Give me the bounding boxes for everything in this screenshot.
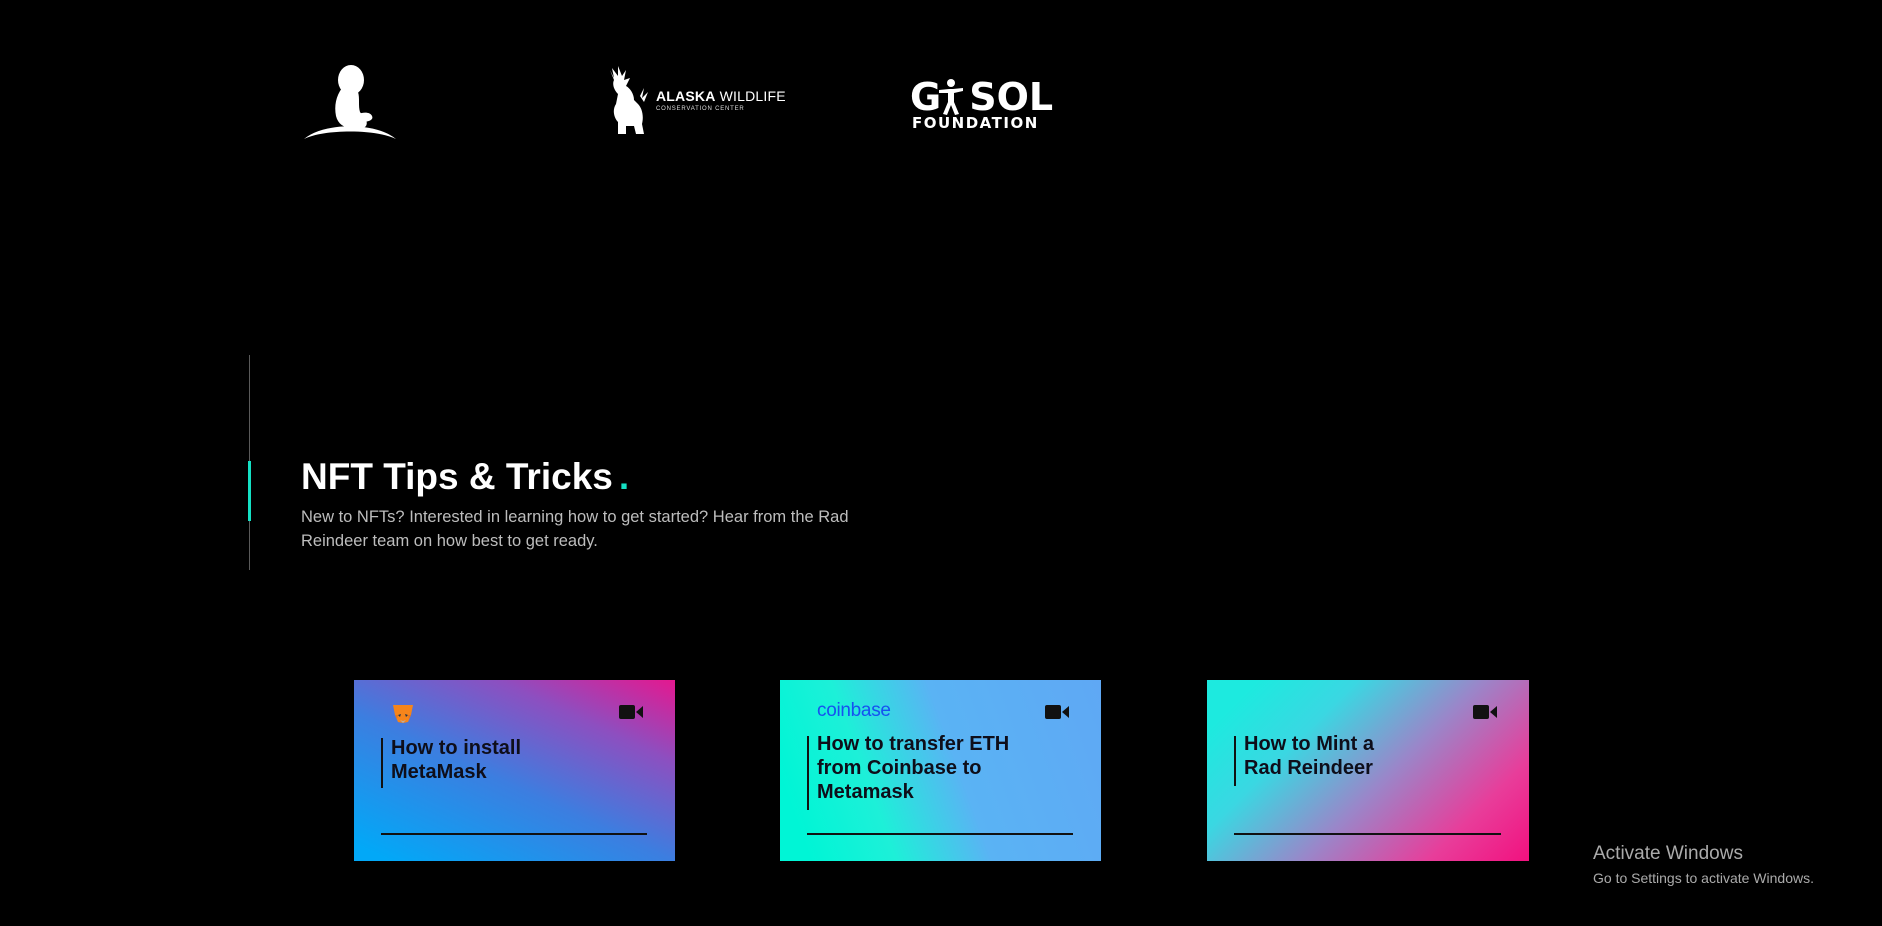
tutorial-card-metamask[interactable]: How to install MetaMask: [354, 680, 675, 861]
gasol-foundation-logo[interactable]: G SOL FOUNDATION: [910, 78, 1053, 134]
card-underline: [381, 833, 647, 835]
st-jude-logo[interactable]: [300, 62, 400, 140]
page: ALASKA WILDLIFE CONSERVATION CENTER G SOL…: [0, 0, 1882, 926]
section-title: NFT Tips & Tricks.: [301, 456, 630, 497]
gasol-wordmark: G SOL: [910, 75, 1054, 119]
windows-activation-watermark: Activate Windows Go to Settings to activ…: [1593, 842, 1814, 888]
tutorial-card-coinbase[interactable]: coinbase How to transfer ETH from Coinba…: [780, 680, 1101, 861]
coinbase-logo: coinbase: [817, 700, 891, 721]
section-description: New to NFTs? Interested in learning how …: [301, 508, 849, 550]
st-jude-child-silhouette-icon: [304, 65, 396, 139]
card-title-bar: [1234, 736, 1236, 786]
card-title-bar: [807, 736, 809, 810]
card-title: How to transfer ETH from Coinbase to Met…: [817, 733, 1010, 803]
card-title: How to install MetaMask: [391, 737, 521, 783]
alaska-wildlife-logo[interactable]: ALASKA WILDLIFE CONSERVATION CENTER: [604, 64, 786, 140]
alaska-wildlife-subtitle: CONSERVATION CENTER: [656, 106, 745, 112]
card-title-bar: [381, 738, 383, 788]
metamask-fox-icon: [393, 705, 413, 723]
section-divider-accent: [248, 461, 251, 521]
running-person-icon: [939, 79, 963, 115]
moose-bear-silhouette-icon: [610, 66, 648, 134]
watermark-title: Activate Windows: [1593, 843, 1743, 864]
card-underline: [1234, 833, 1501, 835]
title-accent-dot: .: [618, 456, 630, 497]
video-camera-icon: [619, 705, 643, 719]
card-underline: [807, 833, 1073, 835]
watermark-subtitle: Go to Settings to activate Windows.: [1593, 870, 1814, 886]
card-title: How to Mint a Rad Reindeer: [1244, 733, 1374, 779]
alaska-wildlife-wordmark: ALASKA WILDLIFE: [656, 88, 786, 104]
video-camera-icon: [1473, 705, 1497, 719]
tutorial-card-mint[interactable]: How to Mint a Rad Reindeer: [1207, 680, 1529, 861]
gasol-foundation-subtitle: FOUNDATION: [912, 114, 1039, 132]
video-camera-icon: [1045, 705, 1069, 719]
